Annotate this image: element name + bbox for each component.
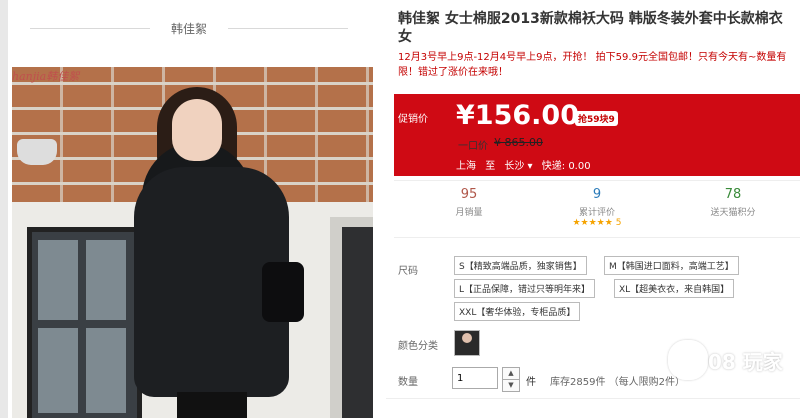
price-badge: 抢59块9 (575, 111, 618, 126)
original-price: ¥ 865.00 (494, 136, 543, 149)
handbag (262, 262, 304, 322)
product-photo[interactable] (12, 67, 373, 418)
product-title: 韩佳絮 女士棉服2013新款棉袄大码 韩版冬装外套中长款棉衣女 (398, 11, 783, 45)
promo-text: 12月3号早上9点-12月4号早上9点，开抢！ 拍下59.9元全国包邮！只有今天… (398, 52, 787, 78)
sales-label: 月销量 (455, 208, 483, 218)
points-label: 送天猫积分 (710, 208, 756, 218)
stock-info: 库存2859件 （每人限购2件） (550, 377, 685, 388)
size-option-s[interactable]: S【精致高端品质，独家销售】 (454, 256, 587, 275)
stats-bar: 95 月销量 9 累计评价 ★★★★★ 5 78 送天猫积分 (394, 180, 800, 238)
brand-header: 韩佳絮 (30, 16, 348, 42)
wall-lamp (17, 139, 57, 165)
ship-from: 上海 (456, 161, 476, 172)
quantity-down-button[interactable]: ▼ (502, 379, 520, 392)
points-count: 78 (724, 187, 742, 202)
shipping-line: 上海 至 长沙 ▾ 快递: 0.00 (456, 157, 597, 172)
size-option-xl[interactable]: XL【超美衣衣，来自韩国】 (614, 279, 735, 298)
price-label: 促销价 (398, 114, 428, 125)
quantity-label: 数量 (398, 377, 418, 388)
product-image-panel: 韩佳絮 hanjia韩佳絮 (0, 0, 386, 418)
reviews-label: 累计评价 (578, 208, 615, 218)
stat-reviews[interactable]: 9 累计评价 ★★★★★ 5 (542, 187, 652, 228)
size-option-m[interactable]: M【韩国进口面料，高端工艺】 (604, 256, 739, 275)
site-watermark: 08 玩家 (668, 332, 798, 382)
rating-value: 5 (615, 218, 622, 228)
original-price-label: 一口价 (458, 141, 488, 152)
watermark-text: 08 玩家 (708, 350, 783, 374)
watermark-circle-icon (668, 340, 708, 380)
brand-name: 韩佳絮 (170, 22, 207, 36)
size-option-xxl[interactable]: XXL【奢华体验，专柜品质】 (454, 302, 581, 321)
quantity-input[interactable] (452, 367, 498, 389)
left-border (0, 0, 8, 418)
color-label: 颜色分类 (398, 341, 438, 352)
quantity-unit: 件 (526, 377, 536, 388)
price-box: 促销价 ¥156.00 抢59块9 一口价 ¥ 865.00 上海 至 长沙 ▾… (394, 94, 800, 176)
star-icons: ★★★★★ (572, 218, 613, 228)
size-label: 尺码 (398, 266, 418, 277)
sales-count: 95 (460, 187, 478, 202)
model-figure (122, 87, 322, 418)
size-option-l[interactable]: L【正品保障，错过只等明年来】 (454, 279, 596, 298)
stat-points: 78 送天猫积分 (678, 187, 788, 218)
stat-sales: 95 月销量 (414, 187, 524, 218)
rating-stars: ★★★★★ 5 (542, 218, 652, 228)
brand-logo: hanjia韩佳絮 (12, 70, 80, 83)
ship-to-select[interactable]: 长沙 ▾ (504, 161, 532, 172)
reviews-count: 9 (592, 187, 602, 202)
ship-to-word: 至 (485, 161, 496, 172)
promo-price: ¥156.00 (456, 100, 579, 131)
color-swatch[interactable] (454, 330, 480, 356)
shipping-cost: 快递: 0.00 (541, 161, 591, 172)
